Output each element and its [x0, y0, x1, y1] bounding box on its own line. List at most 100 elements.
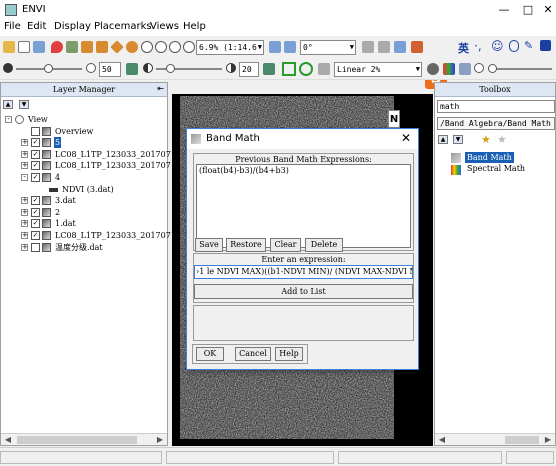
restore-button[interactable]: Restore — [226, 238, 266, 252]
layers-icon[interactable] — [33, 41, 45, 53]
microphone-icon[interactable] — [509, 40, 519, 52]
pin-icon[interactable]: ⇤ — [157, 84, 164, 93]
expand-all-icon[interactable]: ▼ — [19, 100, 29, 109]
transparency-slider-handle[interactable] — [488, 64, 497, 73]
expression-input[interactable]: ›1 le NDVI MAX)((b1-NDVI MIN)/ (NDVI MAX… — [194, 265, 413, 279]
collapse-all-icon[interactable]: ▲ — [3, 100, 13, 109]
pan-icon[interactable] — [362, 41, 374, 53]
tool-icon[interactable] — [411, 41, 423, 53]
scrollbar-thumb[interactable] — [17, 436, 137, 444]
layer-visibility-checkbox[interactable]: ✓ — [31, 196, 40, 206]
layer-visibility-checkbox[interactable]: ✓ — [31, 173, 40, 182]
layer-tree-item[interactable]: + ✓ LC08_L1TP_123033_20170710_ — [1, 230, 185, 242]
ok-button[interactable]: OK — [196, 347, 224, 361]
expand-icon[interactable]: + — [21, 139, 28, 147]
pan-hand-icon[interactable] — [96, 41, 108, 53]
stretch-icon[interactable] — [318, 63, 330, 75]
rotate-icon[interactable] — [126, 41, 138, 53]
layer-tree-item[interactable]: NDVI (3.dat) — [1, 184, 167, 196]
menu-file[interactable]: File — [4, 21, 21, 32]
favorite-icon[interactable]: ★ — [497, 133, 507, 146]
brightness-input[interactable]: 50 — [99, 62, 121, 77]
layer-tree-item[interactable]: + ✓ LC08_L1TP_123033_20170710_ — [1, 160, 185, 172]
maximize-icon[interactable]: □ — [520, 2, 536, 18]
transparency-slider[interactable] — [488, 68, 552, 70]
layer-tree-item[interactable]: + ✓ 1.dat — [1, 218, 167, 230]
menu-edit[interactable]: Edit — [27, 21, 46, 32]
expand-all-icon[interactable]: ▼ — [453, 135, 463, 144]
refresh-icon[interactable] — [427, 63, 439, 75]
previous-expression-item[interactable]: (float(b4)-b3)/(b4+b3) — [199, 166, 289, 175]
layer-tree-item[interactable]: + ✓ 2 — [1, 207, 167, 219]
fly-icon[interactable] — [378, 41, 390, 53]
close-icon[interactable]: ✕ — [540, 2, 556, 18]
ime-language-icon[interactable]: 英 — [458, 40, 469, 56]
layer-visibility-checkbox[interactable]: ✓ — [31, 138, 40, 148]
layer-visibility-checkbox[interactable]: ✓ — [31, 161, 40, 171]
new-file-icon[interactable] — [18, 41, 30, 53]
menu-views[interactable]: Views — [150, 21, 179, 32]
contrast-slider-handle[interactable] — [166, 64, 175, 73]
scroll-right-icon[interactable]: ▶ — [153, 434, 167, 446]
layer-visibility-checkbox[interactable] — [31, 242, 40, 252]
placemark-icon[interactable] — [51, 41, 63, 53]
previous-expressions-list[interactable]: (float(b4)-b3)/(b4+b3) — [196, 164, 411, 248]
zoom-out-icon[interactable] — [155, 41, 167, 53]
layer-tree-item[interactable]: + 温度分级.dat — [1, 242, 167, 254]
sharpen-icon[interactable] — [459, 63, 471, 75]
expand-icon[interactable]: + — [21, 208, 28, 216]
contrast-input[interactable]: 20 — [239, 62, 259, 77]
layer-hscrollbar[interactable]: ◀ ▶ — [1, 433, 167, 445]
layer-tree-item[interactable]: + ✓ 5 — [1, 137, 167, 149]
scrollbar-thumb[interactable] — [505, 436, 539, 444]
layer-visibility-checkbox[interactable] — [31, 126, 40, 136]
expand-icon[interactable]: + — [21, 232, 28, 239]
layer-visibility-checkbox[interactable]: ✓ — [31, 219, 40, 229]
scroll-left-icon[interactable]: ◀ — [435, 434, 449, 446]
add-to-list-button[interactable]: Add to List — [194, 284, 413, 299]
minimize-icon[interactable]: — — [496, 2, 512, 18]
layer-tree-item[interactable]: + ✓ 3.dat — [1, 195, 167, 207]
expand-icon[interactable]: + — [21, 150, 28, 158]
favorite-add-icon[interactable]: ★ — [481, 133, 491, 146]
layer-tree-item[interactable]: - ✓ 4 — [1, 172, 167, 184]
dialog-close-icon[interactable]: ✕ — [401, 131, 411, 145]
layer-tree-item[interactable]: + ✓ LC08_L1TP_123033_20170710_ — [1, 149, 185, 161]
layer-visibility-checkbox[interactable]: ✓ — [31, 149, 40, 159]
layer-visibility-checkbox[interactable]: ✓ — [31, 231, 40, 240]
zoom-in-icon[interactable] — [141, 41, 153, 53]
delete-button[interactable]: Delete — [305, 238, 343, 252]
menu-display[interactable]: Display — [54, 21, 91, 32]
scroll-right-icon[interactable]: ▶ — [541, 434, 555, 446]
zoom-full-icon[interactable] — [183, 41, 195, 53]
clear-button[interactable]: Clear — [270, 238, 301, 252]
rotate-left-icon[interactable] — [269, 41, 281, 53]
select-arrow-icon[interactable] — [81, 41, 93, 53]
expand-icon[interactable]: + — [21, 162, 28, 170]
save-button[interactable]: Save — [195, 238, 223, 252]
emoji-icon[interactable]: ☺ — [491, 39, 504, 53]
collapse-all-icon[interactable]: ▲ — [438, 135, 448, 144]
move-icon[interactable] — [110, 40, 124, 54]
collapse-icon[interactable]: - — [21, 174, 28, 181]
scroll-left-icon[interactable]: ◀ — [1, 434, 15, 446]
collapse-icon[interactable]: - — [5, 116, 12, 123]
help-button[interactable]: Help — [275, 347, 303, 361]
reset-contrast-icon[interactable] — [263, 63, 275, 75]
zoom-select[interactable]: 6.9% (1:14.6 ▼ — [196, 40, 264, 55]
expand-icon[interactable]: + — [21, 220, 28, 228]
brightness-slider-handle[interactable] — [44, 64, 53, 73]
reset-view-icon[interactable] — [394, 41, 406, 53]
reset-brightness-icon[interactable] — [126, 63, 138, 75]
annotation-icon[interactable] — [66, 41, 78, 53]
rotation-select[interactable]: 0° ▼ — [300, 40, 356, 55]
open-folder-icon[interactable] — [3, 41, 15, 53]
color-table-icon[interactable] — [443, 63, 455, 75]
expand-icon[interactable]: + — [21, 197, 28, 205]
keyboard-icon[interactable] — [540, 40, 551, 51]
layer-tree-item[interactable]: - View — [1, 114, 167, 126]
stretch-select[interactable]: Linear 2% ▼ — [334, 62, 422, 77]
expand-icon[interactable]: + — [21, 243, 28, 251]
menu-help[interactable]: Help — [183, 21, 206, 32]
cancel-button[interactable]: Cancel — [235, 347, 271, 361]
